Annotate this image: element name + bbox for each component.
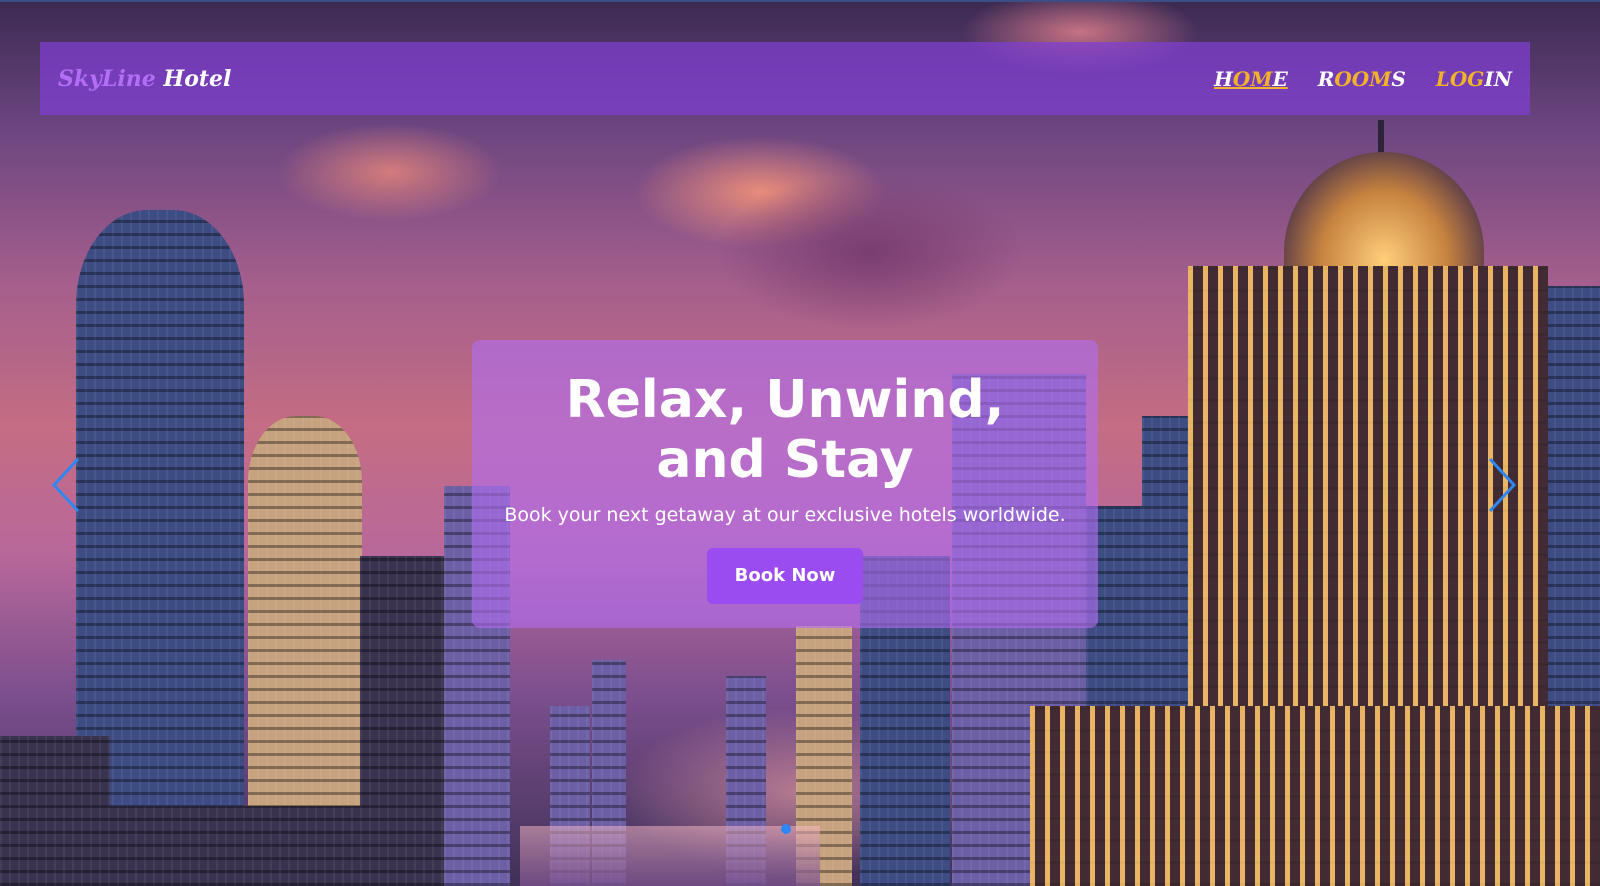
river <box>520 826 820 886</box>
building-foreground-left <box>0 736 110 886</box>
nav-link-home-label-b: OM <box>1232 66 1273 91</box>
nav-link-rooms-label-b: OOM <box>1334 66 1392 91</box>
chevron-left-icon <box>51 457 80 513</box>
nav-link-home[interactable]: HOME <box>1214 67 1288 91</box>
brand-logo[interactable]: SkyLine Hotel <box>58 66 231 92</box>
hotel-dome <box>1284 152 1484 272</box>
hero-subtitle: Book your next getaway at our exclusive … <box>504 504 1066 526</box>
nav-link-rooms-label-c: S <box>1391 66 1406 91</box>
carousel-prev-button[interactable] <box>48 455 88 515</box>
brand-name: Hotel <box>163 65 232 92</box>
nav-links: HOME ROOMS LOGIN <box>1214 67 1512 91</box>
nav-link-home-label-c: E <box>1272 66 1288 91</box>
nav-link-login-label-b: IN <box>1484 66 1512 91</box>
nav-link-rooms[interactable]: ROOMS <box>1318 67 1406 91</box>
book-now-button[interactable]: Book Now <box>706 548 864 604</box>
carousel-next-button[interactable] <box>1480 455 1520 515</box>
hero-caption-card: Relax, Unwind, and Stay Book your next g… <box>472 340 1098 628</box>
hero-carousel: SkyLine Hotel HOME ROOMS LOGIN Relax, Un… <box>0 0 1600 886</box>
nav-link-login[interactable]: LOGIN <box>1436 67 1512 91</box>
building-foreground-low <box>108 806 368 886</box>
navbar: SkyLine Hotel HOME ROOMS LOGIN <box>40 42 1530 115</box>
carousel-indicator-1[interactable] <box>781 824 791 834</box>
chevron-right-icon <box>1488 457 1517 513</box>
brand-name-accent: SkyLine <box>58 65 156 92</box>
building-left-mid <box>360 556 446 886</box>
nav-link-login-label-a: LOG <box>1435 66 1485 91</box>
nav-link-home-label-a: H <box>1214 66 1233 91</box>
hero-title: Relax, Unwind, and Stay <box>565 370 1005 490</box>
nav-link-rooms-label-a: R <box>1317 66 1335 91</box>
hotel-podium <box>1030 706 1600 886</box>
